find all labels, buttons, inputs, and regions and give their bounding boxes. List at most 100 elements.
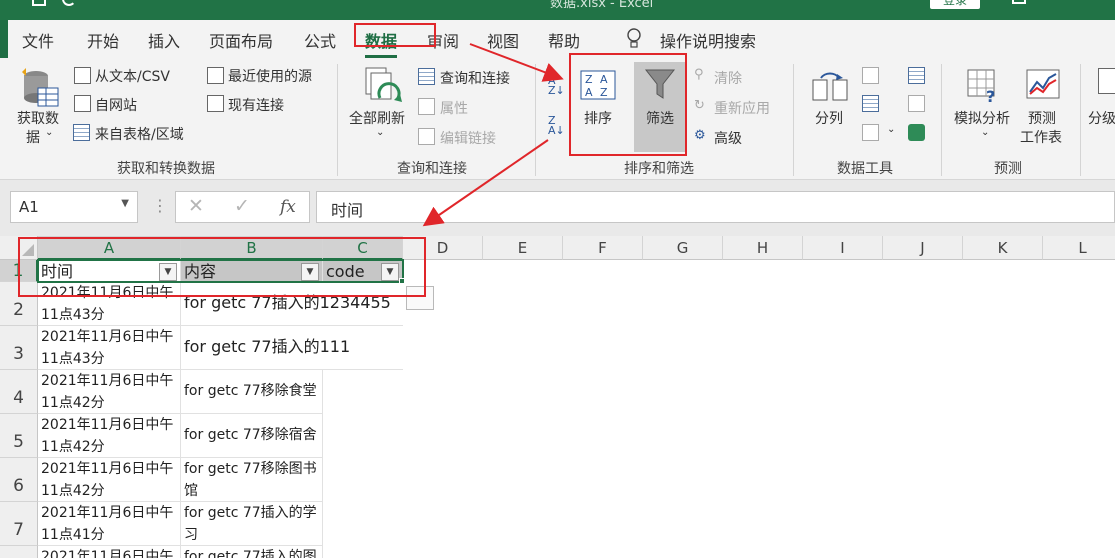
get-data-button[interactable]: 获取数 [17, 108, 59, 128]
cell-b4[interactable]: for getc 77移除食堂 [181, 370, 323, 414]
cell-b3[interactable]: for getc 77插入的111 [181, 326, 403, 370]
existing-connections-button[interactable]: 现有连接 [228, 95, 284, 115]
content-line: for getc 77移除图书 [184, 461, 317, 477]
cell-b5[interactable]: for getc 77移除宿舍 [181, 414, 323, 458]
sort-descending-icon[interactable]: Z A↓ [548, 115, 565, 136]
edit-links-button[interactable]: 编辑链接 [440, 128, 496, 148]
cell-a7[interactable]: 2021年11月6日中午 11点41分 [38, 502, 181, 546]
row-header-4[interactable]: 4 [0, 370, 38, 414]
undo-icon[interactable] [62, 0, 76, 6]
tab-file[interactable]: 文件 [22, 28, 54, 52]
get-data-button-line2[interactable]: 据 [26, 127, 40, 147]
remove-duplicates-icon[interactable] [862, 95, 879, 112]
insert-function-icon[interactable]: fx [280, 197, 296, 217]
forecast-sheet-button[interactable]: 预测 [1028, 108, 1056, 128]
signin-button[interactable]: 登录 [930, 0, 980, 9]
chevron-down-icon[interactable]: ▼ [121, 198, 129, 209]
from-web-button[interactable]: 自网站 [95, 95, 137, 115]
row-header-7[interactable]: 7 [0, 502, 38, 546]
tab-home[interactable]: 开始 [87, 28, 119, 52]
annotation-box-data-tab [354, 23, 436, 47]
name-box[interactable]: A1 ▼ [10, 191, 138, 223]
text-to-columns-button[interactable]: 分列 [815, 108, 843, 128]
clear-filter-icon: ⚲ [694, 67, 704, 82]
column-header-e[interactable]: E [483, 236, 563, 260]
cell-a8[interactable]: 2021年11月6日中午 [38, 546, 181, 558]
recent-sources-button[interactable]: 最近使用的源 [228, 66, 312, 86]
what-if-button[interactable]: 模拟分析 [954, 108, 1010, 128]
cell-b8[interactable]: for getc 77插入的图 [181, 546, 323, 558]
consolidate-icon[interactable] [908, 67, 925, 84]
data-validation-icon[interactable] [862, 124, 879, 141]
from-table-button[interactable]: 来自表格/区域 [95, 124, 184, 144]
refresh-all-icon[interactable] [362, 66, 402, 106]
refresh-all-button[interactable]: 全部刷新 [349, 108, 405, 128]
properties-icon [418, 98, 435, 115]
queries-connections-button[interactable]: 查询和连接 [440, 68, 510, 88]
row-header-8[interactable] [0, 546, 38, 558]
group-separator [941, 64, 942, 176]
enter-icon[interactable]: ✓ [234, 195, 250, 217]
date-line: 2021年11月6日中午 [41, 461, 174, 477]
edit-links-icon [418, 128, 435, 145]
row-header-5[interactable]: 5 [0, 414, 38, 458]
svg-text:?: ? [986, 87, 995, 104]
tab-insert[interactable]: 插入 [148, 28, 180, 52]
time-line: 11点43分 [41, 351, 105, 367]
column-header-g[interactable]: G [643, 236, 723, 260]
row-header-3[interactable]: 3 [0, 326, 38, 370]
save-icon[interactable] [32, 0, 46, 6]
reapply-button[interactable]: 重新应用 [714, 98, 770, 118]
clear-button[interactable]: 清除 [714, 68, 742, 88]
forecast-sheet-button-line2[interactable]: 工作表 [1020, 127, 1062, 147]
what-if-icon[interactable]: ? [966, 68, 1002, 106]
forecast-sheet-icon[interactable] [1025, 68, 1061, 100]
time-line: 11点42分 [41, 483, 105, 499]
window-title: 数据.xlsx - Excel [550, 0, 654, 11]
advanced-button[interactable]: 高级 [714, 128, 742, 148]
tab-view[interactable]: 视图 [487, 28, 519, 52]
cell-a6[interactable]: 2021年11月6日中午 11点42分 [38, 458, 181, 502]
cancel-icon[interactable]: ✕ [188, 195, 204, 217]
content-line: 习 [184, 527, 198, 543]
column-header-j[interactable]: J [883, 236, 963, 260]
get-data-icon[interactable] [20, 68, 59, 108]
cell-a3[interactable]: 2021年11月6日中午 11点43分 [38, 326, 181, 370]
more-options-icon[interactable]: ⋮ [152, 196, 168, 215]
group-button[interactable]: 分级 [1088, 108, 1115, 128]
group-label-queries: 查询和连接 [397, 161, 467, 177]
flash-fill-icon[interactable] [862, 67, 879, 84]
data-model-icon[interactable] [908, 124, 925, 141]
formula-input[interactable]: 时间 [316, 191, 1115, 223]
group-label-sort-filter: 排序和筛选 [624, 161, 694, 177]
group-separator [1080, 64, 1081, 176]
cell-a4[interactable]: 2021年11月6日中午 11点42分 [38, 370, 181, 414]
sort-ascending-icon[interactable]: A Z↓ [548, 75, 565, 96]
date-line: 2021年11月6日中午 [41, 329, 174, 345]
group-separator [793, 64, 794, 176]
cell-b7[interactable]: for getc 77插入的学习 [181, 502, 323, 546]
relationships-icon[interactable] [908, 95, 925, 112]
properties-button[interactable]: 属性 [440, 98, 468, 118]
group-icon[interactable] [1098, 68, 1115, 94]
row-header-6[interactable]: 6 [0, 458, 38, 502]
column-header-l[interactable]: L [1043, 236, 1115, 260]
advanced-filter-icon: ⚙ [694, 128, 706, 143]
tab-formulas[interactable]: 公式 [304, 28, 336, 52]
tab-page-layout[interactable]: 页面布局 [209, 28, 273, 52]
tab-help[interactable]: 帮助 [548, 28, 580, 52]
tell-me-search[interactable]: 操作说明搜索 [660, 28, 756, 52]
column-header-f[interactable]: F [563, 236, 643, 260]
group-label-data-tools: 数据工具 [837, 161, 893, 177]
ribbon-display-icon[interactable] [1012, 0, 1026, 4]
chevron-down-icon: ⌄ [981, 127, 990, 138]
column-header-k[interactable]: K [963, 236, 1043, 260]
column-header-h[interactable]: H [723, 236, 803, 260]
ribbon-tabs: 文件 开始 插入 页面布局 公式 数据 审阅 视图 帮助 操作说明搜索 [0, 20, 1115, 58]
column-header-i[interactable]: I [803, 236, 883, 260]
cell-b6[interactable]: for getc 77移除图书馆 [181, 458, 323, 502]
cell-a5[interactable]: 2021年11月6日中午 11点42分 [38, 414, 181, 458]
text-to-columns-icon[interactable] [811, 68, 849, 104]
from-text-csv-button[interactable]: 从文本/CSV [95, 66, 170, 86]
chevron-down-icon: ⌄ [887, 124, 896, 135]
